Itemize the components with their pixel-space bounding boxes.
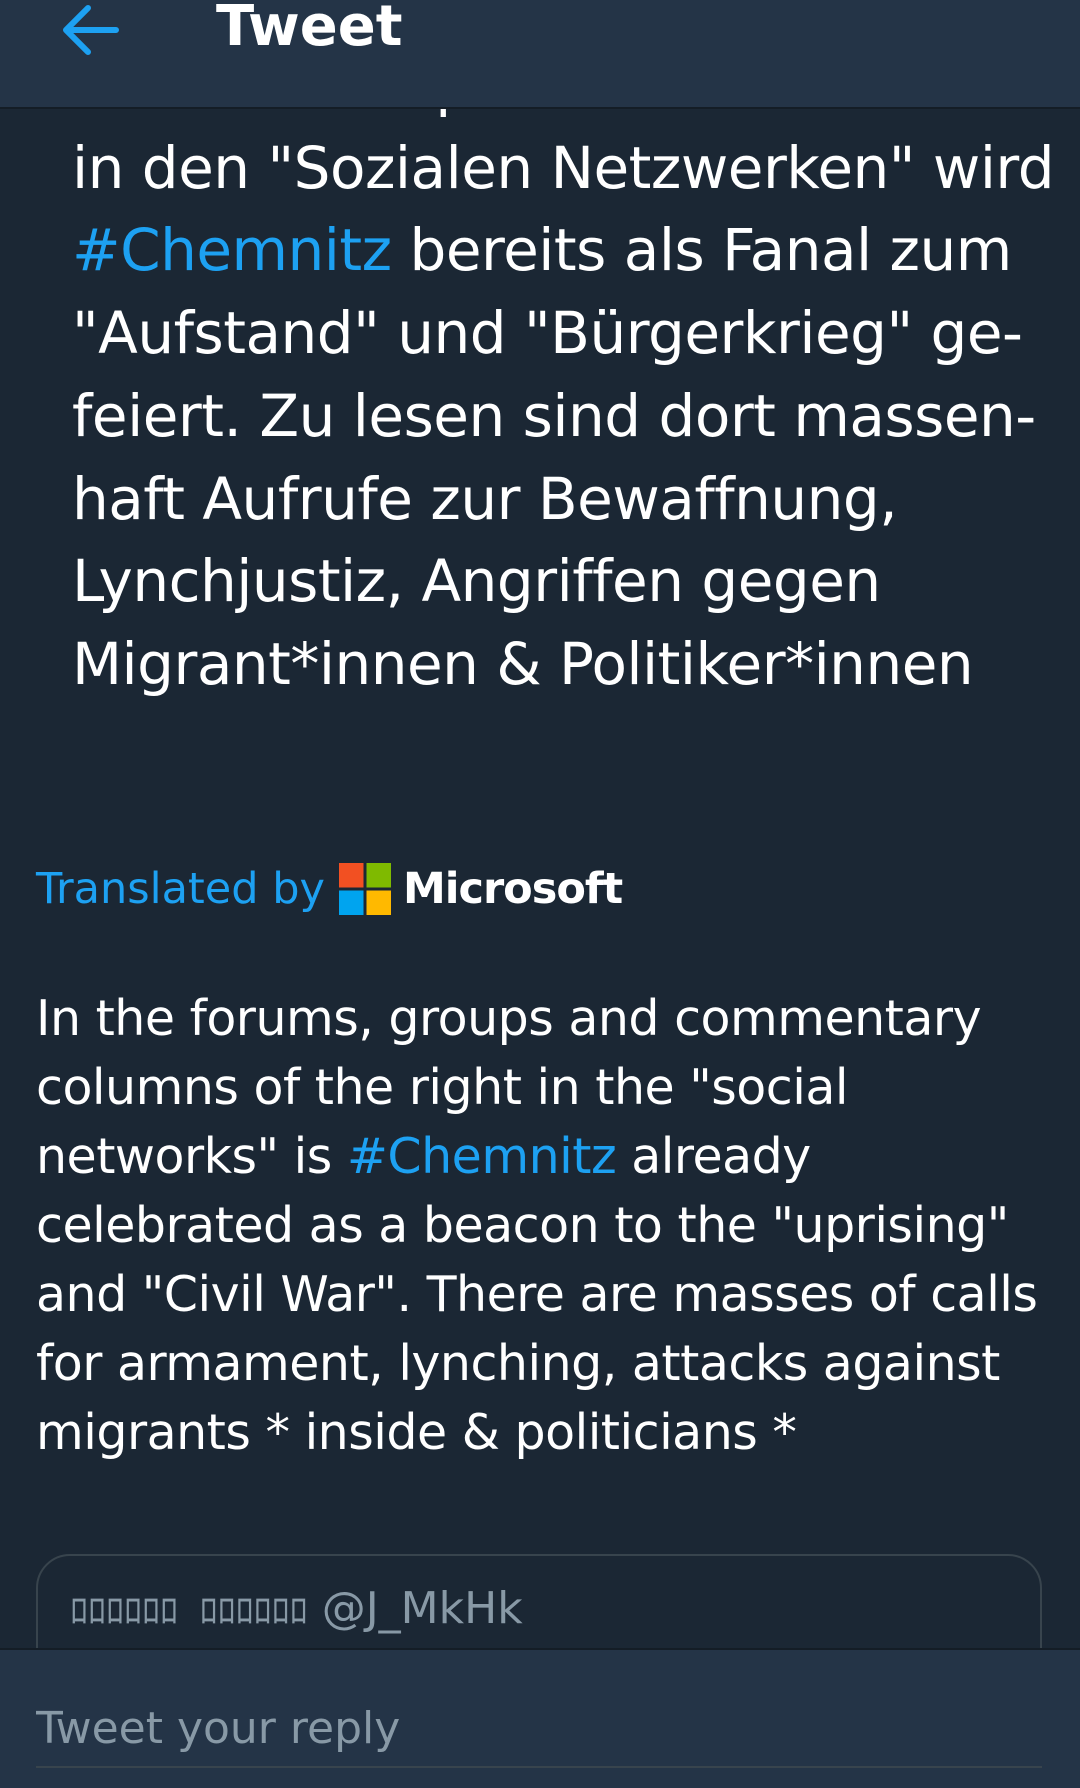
top-app-bar: Tweet	[0, 0, 1080, 109]
microsoft-logo-icon	[338, 863, 391, 915]
reply-input[interactable]	[36, 1690, 1042, 1768]
text-segment: for armament, lynching, attacks against	[36, 1335, 1000, 1392]
quoted-author-name: ﾛﾛﾛﾛﾛﾛ ﾛﾛﾛﾛﾛﾛ	[70, 1591, 308, 1632]
translated-text-line: columns of the right in the "social	[36, 1053, 1046, 1122]
quoted-tweet-author: ﾛﾛﾛﾛﾛﾛ ﾛﾛﾛﾛﾛﾛ @J_MkHk	[70, 1582, 523, 1634]
translated-by-label: Translated by	[36, 864, 325, 914]
text-segment: migrants * inside & politicians *	[36, 1404, 797, 1461]
translated-text-line: for armament, lynching, attacks against	[36, 1329, 1046, 1398]
reply-bar	[0, 1648, 1080, 1788]
text-segment: "Aufstand" und "Bürgerkrieg" ge-	[72, 299, 1023, 368]
text-segment: In the forums, groups and commentary	[36, 990, 982, 1047]
arrow-left-icon	[63, 5, 119, 55]
original-text-line: "Aufstand" und "Bürgerkrieg" ge-	[72, 292, 1080, 375]
translated-text-line: In the forums, groups and commentary	[36, 984, 1046, 1053]
text-segment: celebrated as a beacon to the "uprising"	[36, 1197, 1009, 1254]
hashtag-link[interactable]: #Chemnitz	[347, 1128, 617, 1185]
back-button[interactable]	[58, 0, 124, 60]
text-segment: in den "Sozialen Netzwerken" wird	[72, 133, 1055, 202]
text-segment: and "Civil War". There are masses of cal…	[36, 1266, 1038, 1323]
tweet-detail-screen: Kommentarspalten der Rechtenin den "Sozi…	[0, 0, 1080, 1788]
original-text-line: Lynchjustiz, Angriffen gegen	[72, 540, 1080, 623]
original-text-line: haft Aufrufe zur Bewaffnung,	[72, 458, 1080, 541]
quoted-author-handle: @J_MkHk	[321, 1583, 523, 1634]
original-text-line: #Chemnitz bereits als Fanal zum	[72, 209, 1080, 292]
translated-text-line: and "Civil War". There are masses of cal…	[36, 1260, 1046, 1329]
text-segment: networks" is	[36, 1128, 347, 1185]
text-segment: Lynchjustiz, Angriffen gegen	[72, 547, 881, 616]
text-segment: feiert. Zu lesen sind dort massen-	[72, 381, 1036, 450]
original-text-line: Migrant*innen & Politiker*innen	[72, 623, 1080, 706]
translated-text-line: networks" is #Chemnitz already	[36, 1122, 1046, 1191]
translator-name: Microsoft	[402, 864, 623, 914]
original-text-line: in den "Sozialen Netzwerken" wird	[72, 127, 1080, 210]
tweet-translated-text: In the forums, groups and commentary colu…	[36, 984, 1046, 1467]
translation-attribution: Translated by Microsoft	[36, 858, 623, 920]
tweet-original-text: Kommentarspalten der Rechtenin den "Sozi…	[72, 44, 1080, 706]
translated-text-line: migrants * inside & politicians *	[36, 1398, 1046, 1467]
text-segment: haft Aufrufe zur Bewaffnung,	[72, 464, 898, 533]
page-title: Tweet	[216, 0, 403, 59]
text-segment: bereits als Fanal zum	[391, 216, 1013, 285]
translated-text-line: celebrated as a beacon to the "uprising"	[36, 1191, 1046, 1260]
text-segment: already	[616, 1128, 811, 1185]
text-segment: Migrant*innen & Politiker*innen	[72, 629, 974, 698]
text-segment: columns of the right in the "social	[36, 1059, 848, 1116]
original-text-line: feiert. Zu lesen sind dort massen-	[72, 375, 1080, 458]
hashtag-link[interactable]: #Chemnitz	[72, 216, 392, 284]
